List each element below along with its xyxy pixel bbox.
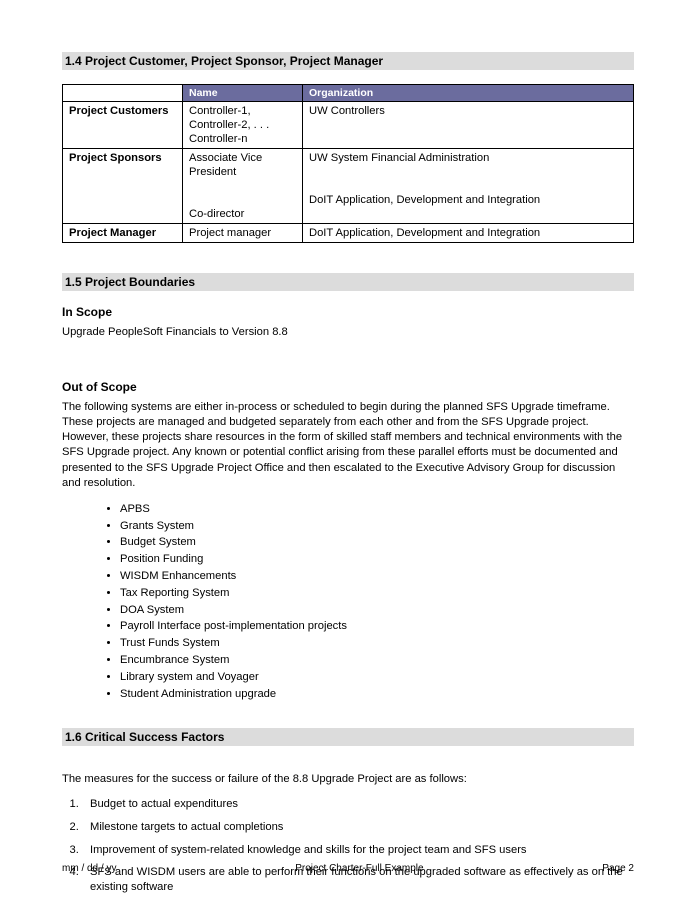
org-cell: DoIT Application, Development and Integr… [303,224,634,243]
name-cell: Project manager [183,224,303,243]
section-heading-1-5: 1.5 Project Boundaries [62,273,634,291]
list-item: Trust Funds System [120,635,634,652]
out-of-scope-heading: Out of Scope [62,380,634,394]
list-item: Student Administration upgrade [120,686,634,703]
list-item: WISDM Enhancements [120,568,634,585]
role-cell: Project Sponsors [63,149,183,224]
table-row: Project Sponsors Associate Vice Presiden… [63,149,634,224]
role-cell: Project Customers [63,102,183,149]
table-header-org: Organization [303,85,634,102]
list-item: Position Funding [120,551,634,568]
table-row: Project Manager Project manager DoIT App… [63,224,634,243]
footer-date: mm / dd / yy [62,863,116,874]
role-cell: Project Manager [63,224,183,243]
list-item: Grants System [120,518,634,535]
list-item: Budget to actual expenditures [82,797,634,812]
csf-intro: The measures for the success or failure … [62,772,634,787]
table-header-row: Name Organization [63,85,634,102]
list-item: Milestone targets to actual completions [82,820,634,835]
table-header-blank [63,85,183,102]
table-row: Project Customers Controller-1, Controll… [63,102,634,149]
out-of-scope-list: APBS Grants System Budget System Positio… [120,501,634,703]
footer-title: Project Charter-Full Example [295,863,423,874]
name-cell: Associate Vice PresidentCo-director [183,149,303,224]
list-item: Library system and Voyager [120,669,634,686]
table-header-name: Name [183,85,303,102]
name-cell: Controller-1, Controller-2, . . . Contro… [183,102,303,149]
list-item: Encumbrance System [120,652,634,669]
section-heading-1-6: 1.6 Critical Success Factors [62,728,634,746]
list-item: Tax Reporting System [120,585,634,602]
out-of-scope-text: The following systems are either in-proc… [62,400,634,491]
footer-page: Page 2 [602,863,634,874]
section-heading-1-4: 1.4 Project Customer, Project Sponsor, P… [62,52,634,70]
org-cell: UW Controllers [303,102,634,149]
csf-list: Budget to actual expenditures Milestone … [82,797,634,894]
list-item: DOA System [120,602,634,619]
page-footer: mm / dd / yy Project Charter-Full Exampl… [62,863,634,874]
roles-table: Name Organization Project Customers Cont… [62,84,634,243]
list-item: Budget System [120,534,634,551]
list-item: Payroll Interface post-implementation pr… [120,618,634,635]
list-item: Improvement of system-related knowledge … [82,843,634,858]
list-item: APBS [120,501,634,518]
org-cell: UW System Financial AdministrationDoIT A… [303,149,634,224]
in-scope-heading: In Scope [62,305,634,319]
in-scope-text: Upgrade PeopleSoft Financials to Version… [62,325,634,340]
